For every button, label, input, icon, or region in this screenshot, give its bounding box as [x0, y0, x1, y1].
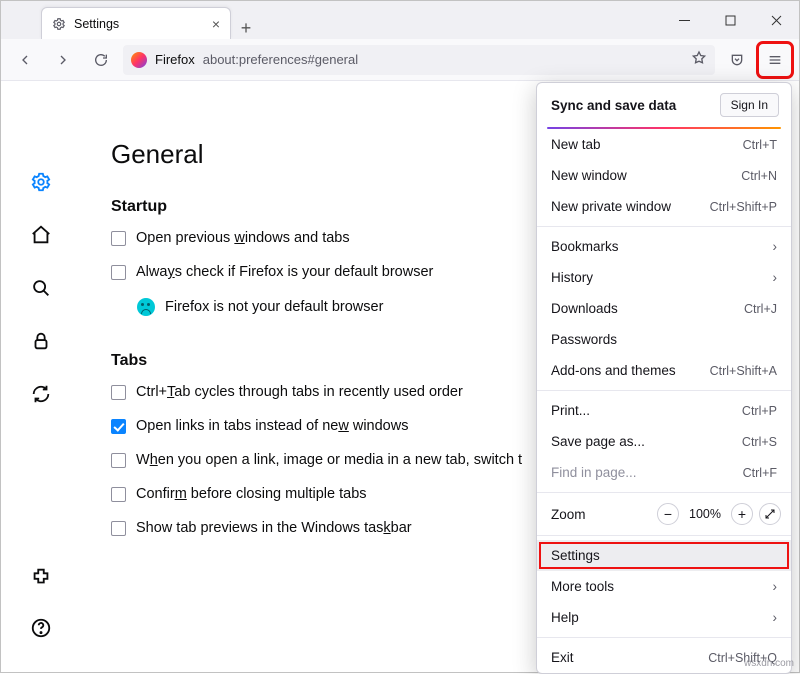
status-text: Firefox is not your default browser: [165, 299, 383, 315]
sync-title: Sync and save data: [551, 98, 676, 113]
checkbox-checked-icon[interactable]: [111, 419, 126, 434]
nav-toolbar: Firefox about:preferences#general: [1, 39, 799, 81]
menu-passwords[interactable]: Passwords: [537, 324, 791, 355]
bookmark-star-icon[interactable]: [691, 50, 707, 69]
menu-addons[interactable]: Add-ons and themesCtrl+Shift+A: [537, 355, 791, 386]
menu-print[interactable]: Print...Ctrl+P: [537, 395, 791, 426]
opt-label: Open links in tabs instead of new window…: [136, 418, 408, 434]
back-button[interactable]: [9, 44, 41, 76]
sign-in-button[interactable]: Sign In: [720, 93, 779, 117]
identity-label: Firefox: [155, 52, 195, 67]
zoom-value: 100%: [685, 507, 725, 521]
menu-new-private[interactable]: New private windowCtrl+Shift+P: [537, 191, 791, 222]
opt-label: When you open a link, image or media in …: [136, 452, 522, 468]
zoom-out-button[interactable]: −: [657, 503, 679, 525]
menu-bookmarks[interactable]: Bookmarks›: [537, 231, 791, 262]
url-bar[interactable]: Firefox about:preferences#general: [123, 45, 715, 75]
watermark: wsxdn.com: [744, 658, 794, 669]
sad-face-icon: [137, 298, 155, 316]
new-tab-button[interactable]: +: [231, 18, 261, 39]
menu-help[interactable]: Help›: [537, 602, 791, 633]
category-search[interactable]: [30, 277, 52, 304]
menu-new-window[interactable]: New windowCtrl+N: [537, 160, 791, 191]
checkbox-icon[interactable]: [111, 385, 126, 400]
checkbox-icon[interactable]: [111, 521, 126, 536]
menu-save-as[interactable]: Save page as...Ctrl+S: [537, 426, 791, 457]
tab-settings[interactable]: Settings ×: [41, 7, 231, 39]
opt-label: Confirm before closing multiple tabs: [136, 486, 367, 502]
minimize-button[interactable]: [661, 1, 707, 39]
firefox-icon: [131, 52, 147, 68]
category-rail: [1, 81, 81, 672]
fullscreen-button[interactable]: [759, 503, 781, 525]
gear-icon: [52, 17, 66, 31]
menu-history[interactable]: History›: [537, 262, 791, 293]
pocket-button[interactable]: [721, 44, 753, 76]
checkbox-icon[interactable]: [111, 265, 126, 280]
address-text: about:preferences#general: [203, 52, 358, 67]
zoom-in-button[interactable]: +: [731, 503, 753, 525]
category-general[interactable]: [30, 171, 52, 198]
tab-strip: Settings × +: [1, 7, 661, 39]
opt-label: Show tab previews in the Windows taskbar: [136, 520, 412, 536]
menu-new-tab[interactable]: New tabCtrl+T: [537, 129, 791, 160]
titlebar: Settings × +: [1, 1, 799, 39]
menu-downloads[interactable]: DownloadsCtrl+J: [537, 293, 791, 324]
category-home[interactable]: [30, 224, 52, 251]
app-menu-button[interactable]: [759, 44, 791, 76]
chevron-right-icon: ›: [773, 270, 778, 285]
chevron-right-icon: ›: [773, 579, 778, 594]
checkbox-icon[interactable]: [111, 487, 126, 502]
category-sync[interactable]: [30, 383, 52, 410]
menu-zoom: Zoom − 100% +: [537, 497, 791, 531]
menu-sync-header: Sync and save data Sign In: [537, 83, 791, 127]
tab-close-icon[interactable]: ×: [212, 17, 220, 31]
maximize-button[interactable]: [707, 1, 753, 39]
menu-find[interactable]: Find in page...Ctrl+F: [537, 457, 791, 488]
category-extensions[interactable]: [30, 566, 52, 593]
close-button[interactable]: [753, 1, 799, 39]
tab-label: Settings: [74, 17, 204, 31]
opt-label: Ctrl+Tab cycles through tabs in recently…: [136, 384, 463, 400]
checkbox-icon[interactable]: [111, 453, 126, 468]
category-support[interactable]: [30, 617, 52, 644]
window-controls: [661, 1, 799, 39]
chevron-right-icon: ›: [773, 239, 778, 254]
category-privacy[interactable]: [30, 330, 52, 357]
app-menu: Sync and save data Sign In New tabCtrl+T…: [536, 82, 792, 674]
checkbox-icon[interactable]: [111, 231, 126, 246]
reload-button[interactable]: [85, 44, 117, 76]
chevron-right-icon: ›: [773, 610, 778, 625]
forward-button[interactable]: [47, 44, 79, 76]
menu-more-tools[interactable]: More tools›: [537, 571, 791, 602]
opt-label: Always check if Firefox is your default …: [136, 264, 433, 280]
opt-label: Open previous windows and tabs: [136, 230, 350, 246]
menu-settings[interactable]: Settings: [537, 540, 791, 571]
